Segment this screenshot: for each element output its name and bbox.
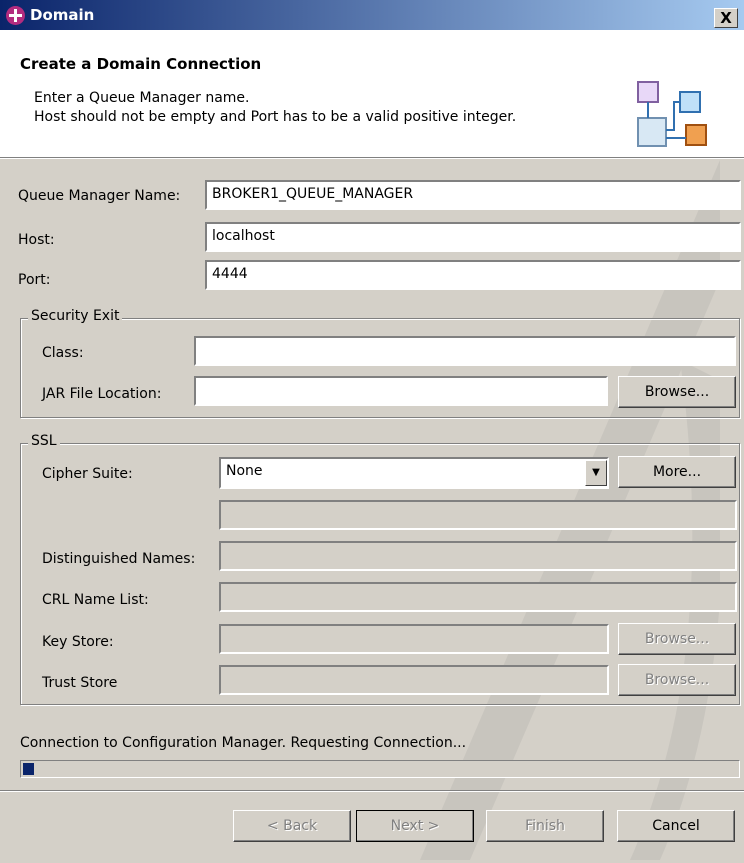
page-description: Enter a Queue Manager name. Host should … <box>34 89 516 127</box>
next-button[interactable]: Next > <box>356 810 474 842</box>
ssl-group-label: SSL <box>28 433 60 449</box>
jar-location-label: JAR File Location: <box>42 386 162 402</box>
window-title: Domain <box>30 6 95 24</box>
title-bar <box>0 0 744 30</box>
description-line: Enter a Queue Manager name. <box>34 90 250 106</box>
qm-name-label: Queue Manager Name: <box>18 188 181 204</box>
port-label: Port: <box>18 272 51 288</box>
cipher-detail-field <box>219 500 737 530</box>
progress-bar <box>20 760 740 778</box>
crl-name-list-label: CRL Name List: <box>42 592 149 608</box>
finish-button[interactable]: Finish <box>486 810 604 842</box>
status-message: Connection to Configuration Manager. Req… <box>20 735 467 751</box>
jar-location-input[interactable] <box>194 376 608 406</box>
distinguished-names-input <box>219 541 737 571</box>
key-store-label: Key Store: <box>42 634 114 650</box>
host-input[interactable]: localhost <box>205 222 741 252</box>
cancel-button[interactable]: Cancel <box>617 810 735 842</box>
description-line: Host should not be empty and Port has to… <box>34 109 517 125</box>
trust-store-browse-button[interactable]: Browse... <box>618 664 736 696</box>
distinguished-names-label: Distinguished Names: <box>42 551 196 567</box>
qm-name-input[interactable]: BROKER1_QUEUE_MANAGER <box>205 180 741 210</box>
crl-name-list-input <box>219 582 737 612</box>
security-exit-group-label: Security Exit <box>28 308 123 324</box>
host-label: Host: <box>18 232 55 248</box>
cipher-suite-select[interactable]: None <box>219 457 609 489</box>
close-button[interactable]: X <box>714 8 738 28</box>
trust-store-label: Trust Store <box>42 675 118 691</box>
domain-network-icon <box>637 81 707 147</box>
class-label: Class: <box>42 345 84 361</box>
back-button[interactable]: < Back <box>233 810 351 842</box>
banner-separator <box>0 157 744 159</box>
button-bar-separator <box>0 790 744 792</box>
port-input[interactable]: 4444 <box>205 260 741 290</box>
cipher-more-button[interactable]: More... <box>618 456 736 488</box>
key-store-input <box>219 624 609 654</box>
domain-app-icon <box>6 6 25 25</box>
jar-browse-button[interactable]: Browse... <box>618 376 736 408</box>
dropdown-arrow-icon[interactable]: ▼ <box>585 460 607 486</box>
key-store-browse-button[interactable]: Browse... <box>618 623 736 655</box>
cipher-suite-value: None <box>226 463 263 479</box>
page-title: Create a Domain Connection <box>20 55 262 73</box>
class-input[interactable] <box>194 336 736 366</box>
cipher-suite-label: Cipher Suite: <box>42 466 133 482</box>
trust-store-input <box>219 665 609 695</box>
progress-bar-fill <box>23 763 34 775</box>
